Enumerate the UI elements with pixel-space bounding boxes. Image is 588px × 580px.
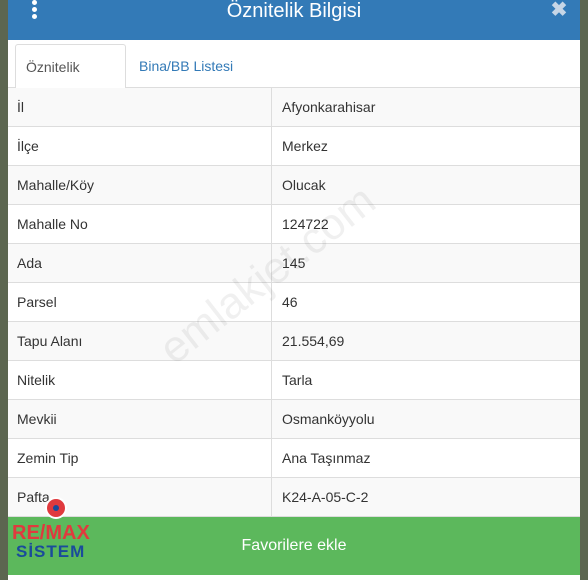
- attribute-value: Merkez: [282, 138, 328, 154]
- column-divider: [271, 439, 272, 477]
- column-divider: [271, 322, 272, 360]
- attribute-key: İl: [17, 99, 24, 115]
- attribute-value: Tarla: [282, 372, 313, 388]
- table-row: İlçe Merkez: [8, 127, 580, 166]
- attribute-value: Ana Taşınmaz: [282, 450, 371, 466]
- column-divider: [271, 88, 272, 126]
- attribute-value: Osmanköyyolu: [282, 411, 375, 427]
- logo-office-text: SİSTEM: [16, 542, 86, 561]
- table-row: Ada 145: [8, 244, 580, 283]
- remax-logo: RE/MAX SİSTEM: [8, 497, 100, 567]
- attribute-value: Afyonkarahisar: [282, 99, 376, 115]
- column-divider: [271, 478, 272, 516]
- attribute-key: Parsel: [17, 294, 57, 310]
- attribute-value: K24-A-05-C-2: [282, 489, 369, 505]
- close-icon[interactable]: ✖: [550, 0, 568, 22]
- table-row: Mevkii Osmanköyyolu: [8, 400, 580, 439]
- attribute-key: Mevkii: [17, 411, 57, 427]
- table-row: Tapu Alanı 21.554,69: [8, 322, 580, 361]
- table-row: Mahalle/Köy Olucak: [8, 166, 580, 205]
- attribute-key: Tapu Alanı: [17, 333, 83, 349]
- attribute-value: 145: [282, 255, 306, 271]
- column-divider: [271, 283, 272, 321]
- balloon-icon: [45, 497, 67, 519]
- column-divider: [271, 400, 272, 438]
- column-divider: [271, 361, 272, 399]
- modal-title: Öznitelik Bilgisi: [226, 0, 362, 22]
- attribute-key: İlçe: [17, 138, 39, 154]
- table-row: Nitelik Tarla: [8, 361, 580, 400]
- column-divider: [271, 205, 272, 243]
- attribute-table: İl Afyonkarahisar İlçe Merkez Mahalle/Kö…: [8, 88, 580, 517]
- attribute-key: Zemin Tip: [17, 450, 79, 466]
- logo-brand-text: RE/MAX: [12, 522, 90, 544]
- attribute-key: Nitelik: [17, 372, 56, 388]
- column-divider: [271, 166, 272, 204]
- attribute-info-modal: Öznitelik Bilgisi ✖ Öznitelik Bilgisi Bi…: [8, 0, 580, 580]
- attribute-key: Ada: [17, 255, 42, 271]
- attribute-key: Mahalle No: [17, 216, 88, 232]
- attribute-value: Olucak: [282, 177, 326, 193]
- attribute-value: 21.554,69: [282, 333, 345, 349]
- table-row: Parsel 46: [8, 283, 580, 322]
- attribute-value: 124722: [282, 216, 329, 232]
- table-row: Mahalle No 124722: [8, 205, 580, 244]
- column-divider: [271, 244, 272, 282]
- modal-header: Öznitelik Bilgisi ✖: [8, 0, 580, 40]
- tab-attribute-info[interactable]: Öznitelik Bilgisi: [15, 44, 126, 119]
- tab-bar: Öznitelik Bilgisi Bina/BB Listesi: [8, 40, 580, 119]
- column-divider: [271, 127, 272, 165]
- tab-building-list[interactable]: Bina/BB Listesi: [129, 44, 243, 88]
- table-row: Zemin Tip Ana Taşınmaz: [8, 439, 580, 478]
- table-row: İl Afyonkarahisar: [8, 88, 580, 127]
- attribute-value: 46: [282, 294, 298, 310]
- attribute-key: Mahalle/Köy: [17, 177, 95, 193]
